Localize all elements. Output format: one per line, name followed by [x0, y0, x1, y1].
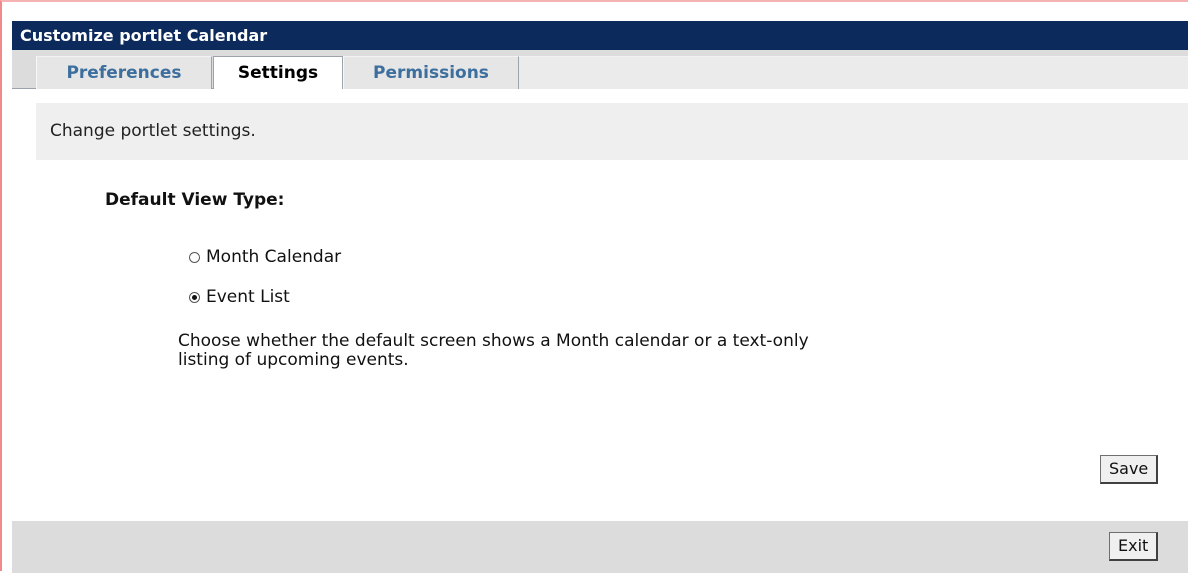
help-text: Choose whether the default screen shows … [178, 332, 1078, 370]
radio-event-list-button[interactable] [189, 291, 200, 303]
help-text-line-2: listing of upcoming events. [178, 350, 409, 370]
exit-button[interactable]: Exit [1109, 532, 1159, 561]
radio-month-calendar[interactable]: Month Calendar [189, 247, 341, 267]
portlet-frame: Customize portlet Calendar Preferences S… [0, 0, 1188, 573]
save-button[interactable]: Save [1100, 455, 1159, 484]
tab-settings[interactable]: Settings [213, 56, 343, 90]
settings-panel: Change portlet settings. Default View Ty… [12, 89, 1188, 521]
info-message: Change portlet settings. [36, 103, 1188, 160]
help-text-line-1: Choose whether the default screen shows … [178, 331, 809, 351]
tab-bar-filler [519, 56, 1188, 89]
radio-month-calendar-label: Month Calendar [206, 247, 342, 267]
default-view-type-label: Default View Type: [105, 190, 285, 210]
tab-preferences[interactable]: Preferences [36, 56, 212, 89]
radio-month-calendar-button[interactable] [189, 251, 200, 263]
radio-event-list[interactable]: Event List [189, 287, 290, 307]
radio-event-list-label: Event List [206, 287, 290, 307]
tab-permissions[interactable]: Permissions [343, 56, 519, 89]
footer-bar: Exit [12, 521, 1188, 573]
tab-bar: Preferences Settings Permissions [12, 50, 1188, 90]
window-title: Customize portlet Calendar [12, 21, 1188, 50]
